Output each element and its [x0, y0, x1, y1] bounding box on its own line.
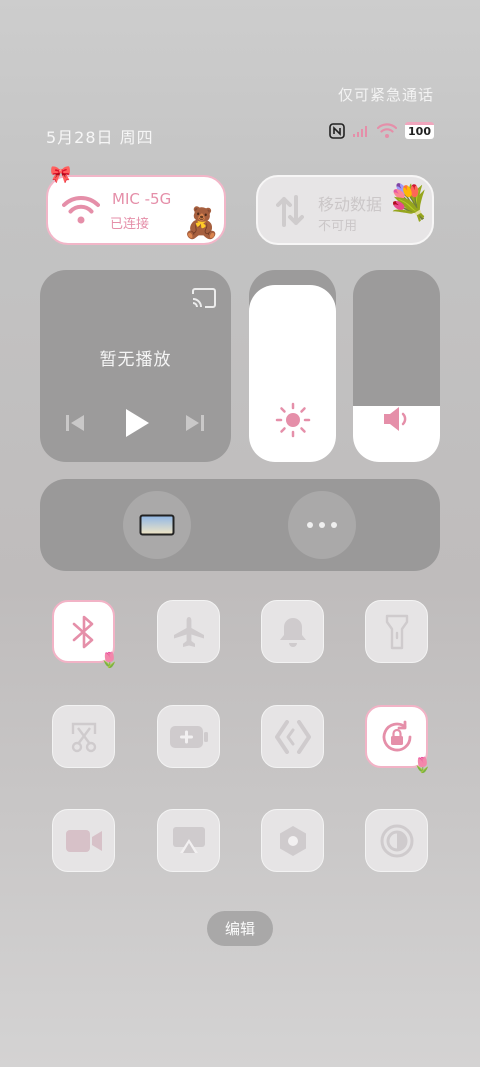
dark-mode-toggle[interactable]: [365, 809, 428, 872]
media-player-card[interactable]: 暂无播放: [40, 270, 231, 462]
wifi-icon: [377, 122, 398, 138]
flower-decoration-icon: 🌷: [100, 651, 119, 669]
hexagon-settings-icon: [279, 825, 306, 856]
wifi-status: 已连接: [110, 217, 150, 232]
dev-code-toggle[interactable]: [261, 705, 324, 768]
rotation-lock-toggle[interactable]: 🌷: [365, 705, 432, 774]
teddy-bear-decoration-icon: 🧸: [182, 206, 220, 241]
display-button[interactable]: [123, 491, 191, 559]
play-icon[interactable]: [124, 408, 150, 438]
wifi-tile[interactable]: 🎀 MIC -5G 已连接 🧸: [46, 165, 226, 245]
bow-decoration-icon: 🎀: [50, 165, 72, 185]
edit-button[interactable]: 编辑: [207, 911, 273, 946]
previous-track-icon[interactable]: [65, 413, 85, 433]
flower-bouquet-decoration-icon: 💐: [387, 183, 430, 223]
flower-decoration-icon: 🌷: [413, 756, 432, 774]
more-icon: [307, 522, 337, 528]
mobile-data-status: 不可用: [318, 219, 358, 234]
battery-saver-toggle[interactable]: [157, 705, 220, 768]
flashlight-toggle[interactable]: [365, 600, 428, 663]
next-track-icon[interactable]: [185, 413, 205, 433]
screenshot-toggle[interactable]: [52, 705, 115, 768]
nfc-icon: [329, 122, 345, 139]
brightness-slider[interactable]: [249, 270, 336, 462]
scissors-screenshot-icon: [71, 722, 96, 752]
volume-icon: [384, 407, 407, 431]
airplay-icon: [172, 826, 205, 853]
screen-cast-toggle[interactable]: [157, 809, 220, 872]
status-icons: 100: [329, 122, 434, 139]
media-title: 暂无播放: [99, 350, 172, 370]
rotation-lock-icon: [382, 720, 411, 751]
battery-icon: 100: [405, 122, 434, 139]
data-transfer-icon: [276, 195, 304, 227]
bell-icon: [279, 617, 306, 647]
display-icon: [139, 514, 175, 536]
screen-record-toggle[interactable]: [52, 809, 115, 872]
battery-plus-icon: [169, 725, 208, 748]
signal-icon: [353, 125, 368, 137]
cast-icon[interactable]: [191, 288, 217, 308]
shortcut-card: [40, 479, 440, 571]
mobile-data-tile[interactable]: 移动数据 不可用 💐: [256, 175, 434, 245]
airplane-mode-toggle[interactable]: [157, 600, 220, 663]
flashlight-icon: [385, 614, 408, 649]
volume-slider[interactable]: [353, 270, 440, 462]
bluetooth-toggle[interactable]: 🌷: [52, 600, 119, 669]
brightness-icon: [275, 402, 311, 438]
code-diamond-icon: [274, 719, 311, 754]
video-camera-icon: [65, 829, 102, 852]
date-text: 5月28日 周四: [46, 128, 154, 147]
airplane-icon: [173, 616, 204, 647]
sound-toggle[interactable]: [261, 600, 324, 663]
settings-toggle[interactable]: [261, 809, 324, 872]
wifi-icon: [62, 195, 100, 224]
emergency-call-text: 仅可紧急通话: [337, 86, 434, 104]
bluetooth-icon: [72, 615, 93, 648]
contrast-icon: [380, 824, 413, 857]
more-button[interactable]: [288, 491, 356, 559]
mobile-data-title: 移动数据: [318, 195, 383, 214]
